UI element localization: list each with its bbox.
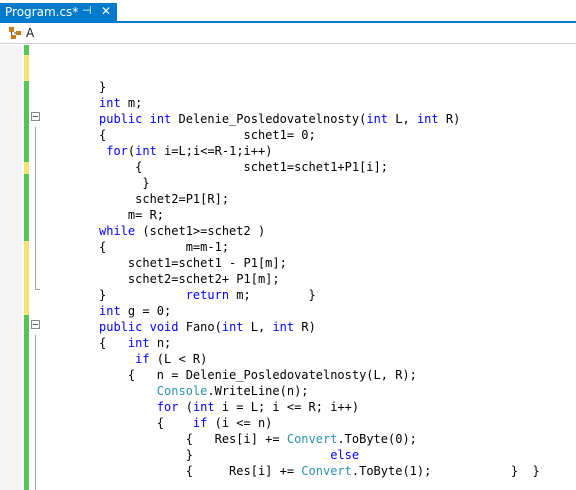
code-token: { [99, 336, 128, 350]
code-token: } [99, 80, 107, 94]
code-token: { Res[i] += [99, 464, 302, 478]
code-line[interactable]: { schet1= 0; [99, 127, 316, 143]
code-line[interactable]: if (L < R) [99, 351, 207, 367]
keyword-token: int [192, 400, 215, 414]
type-token: Convert [286, 432, 338, 446]
code-line[interactable]: } [99, 79, 106, 95]
code-token: L, [243, 320, 273, 334]
code-token: } [99, 176, 150, 190]
keyword-token: if [135, 352, 150, 366]
code-line[interactable]: schet2=P1[R]; [99, 191, 229, 207]
code-token: (L < R) [149, 352, 208, 366]
code-token: { schet1= 0; [99, 128, 316, 142]
tab-title: Program.cs* [5, 5, 79, 19]
code-token: .WriteLine(n); [207, 384, 309, 398]
code-line[interactable]: public void Fano(int L, int R) [99, 319, 316, 335]
pin-icon[interactable]: ⊣ [82, 4, 92, 17]
code-token: { [99, 416, 193, 430]
code-token: R) [294, 320, 316, 334]
document-tab-strip: Program.cs* ⊣ ✕ [0, 0, 576, 23]
code-token: { m=m-1; [99, 240, 230, 254]
class-dropdown-label[interactable]: A [26, 26, 34, 40]
code-line[interactable]: schet2=schet2+ P1[m]; [99, 271, 280, 287]
keyword-token: public [99, 112, 143, 126]
code-line[interactable]: { n = Delenie_Posledovatelnosty(L, R); [99, 367, 417, 383]
code-token: schet2=P1[R]; [99, 192, 230, 206]
code-token: Fano( [178, 320, 222, 334]
keyword-token: int [99, 96, 121, 110]
code-line[interactable]: } [99, 175, 150, 191]
keyword-token: int [127, 336, 150, 350]
keyword-token: int [272, 320, 295, 334]
class-icon [9, 27, 21, 39]
keyword-token: int [149, 112, 172, 126]
code-line[interactable]: public int Delenie_Posledovatelnosty(int… [99, 111, 460, 127]
code-token: n; [149, 336, 172, 350]
code-line[interactable]: { Res[i] += Convert.ToByte(0); [99, 431, 417, 447]
code-line[interactable]: int g = 0; [99, 303, 171, 319]
keyword-token: int [366, 112, 389, 126]
code-token: (schet1>=schet2 ) [135, 224, 266, 238]
keyword-token: int [416, 112, 439, 126]
tab-program-cs[interactable]: Program.cs* ⊣ ✕ [0, 3, 117, 22]
code-token: m= R; [99, 208, 165, 222]
code-line[interactable]: for (int i = L; i <= R; i++) [99, 399, 359, 415]
code-token: { schet1=schet1+P1[i]; [99, 160, 388, 174]
close-icon[interactable]: ✕ [101, 4, 111, 18]
code-token: ( [178, 400, 193, 414]
code-token: i=L;i<=R-1;i++) [156, 144, 273, 158]
code-token: L, [388, 112, 417, 126]
code-token: { n = Delenie_Posledovatelnosty(L, R); [99, 368, 417, 382]
keyword-token: int [99, 304, 121, 318]
code-token: .ToByte(0); [337, 432, 417, 446]
code-token: schet1=schet1 - P1[m]; [99, 256, 287, 270]
code-token: .ToByte(1); } } [351, 464, 540, 478]
keyword-token: else [330, 448, 360, 462]
code-token: Delenie_Posledovatelnosty( [171, 112, 367, 126]
keyword-token: void [149, 320, 179, 334]
code-line[interactable]: } return m; } [99, 287, 316, 303]
code-token: { Res[i] += [99, 432, 287, 446]
code-line[interactable]: { schet1=schet1+P1[i]; [99, 159, 388, 175]
keyword-token: while [99, 224, 136, 238]
code-token: schet2=schet2+ P1[m]; [99, 272, 280, 286]
keyword-token: for [156, 400, 179, 414]
keyword-token: public [99, 320, 143, 334]
keyword-token: return [185, 288, 230, 302]
code-editor[interactable]: } int m; public int Delenie_Posledovatelno… [0, 45, 576, 490]
navigation-bar[interactable]: A [0, 23, 576, 44]
code-line[interactable]: Console.WriteLine(n); [99, 383, 309, 399]
code-token: i = L; i <= R; i++) [214, 400, 360, 414]
code-line[interactable]: { if (i <= n) [99, 415, 273, 431]
code-line[interactable]: int m; [99, 95, 142, 111]
code-line[interactable]: m= R; [99, 207, 164, 223]
keyword-token: int [135, 144, 157, 158]
code-token: m; } [229, 288, 316, 302]
code-line[interactable]: for(int i=L;i<=R-1;i++) [99, 143, 272, 159]
code-line[interactable]: { m=m-1; [99, 239, 229, 255]
code-line[interactable]: } else [99, 447, 359, 463]
code-token: (i <= n) [207, 416, 273, 430]
type-token: Convert [301, 464, 352, 478]
code-text[interactable]: } int m; public int Delenie_Posledovatelno… [0, 45, 576, 490]
code-line[interactable]: { int n; [99, 335, 171, 351]
code-token: } [99, 448, 331, 462]
type-token: Console [156, 384, 208, 398]
code-line[interactable]: schet1=schet1 - P1[m]; [99, 255, 287, 271]
code-line[interactable]: { Res[i] += Convert.ToByte(1); } } [99, 463, 540, 479]
code-token: } [99, 288, 186, 302]
keyword-token: if [192, 416, 208, 430]
keyword-token: int [221, 320, 244, 334]
code-token: g = 0; [120, 304, 172, 318]
keyword-token: for [106, 144, 128, 158]
code-line[interactable]: while (schet1>=schet2 ) [99, 223, 265, 239]
code-token: m; [120, 96, 143, 110]
code-token: R) [438, 112, 461, 126]
